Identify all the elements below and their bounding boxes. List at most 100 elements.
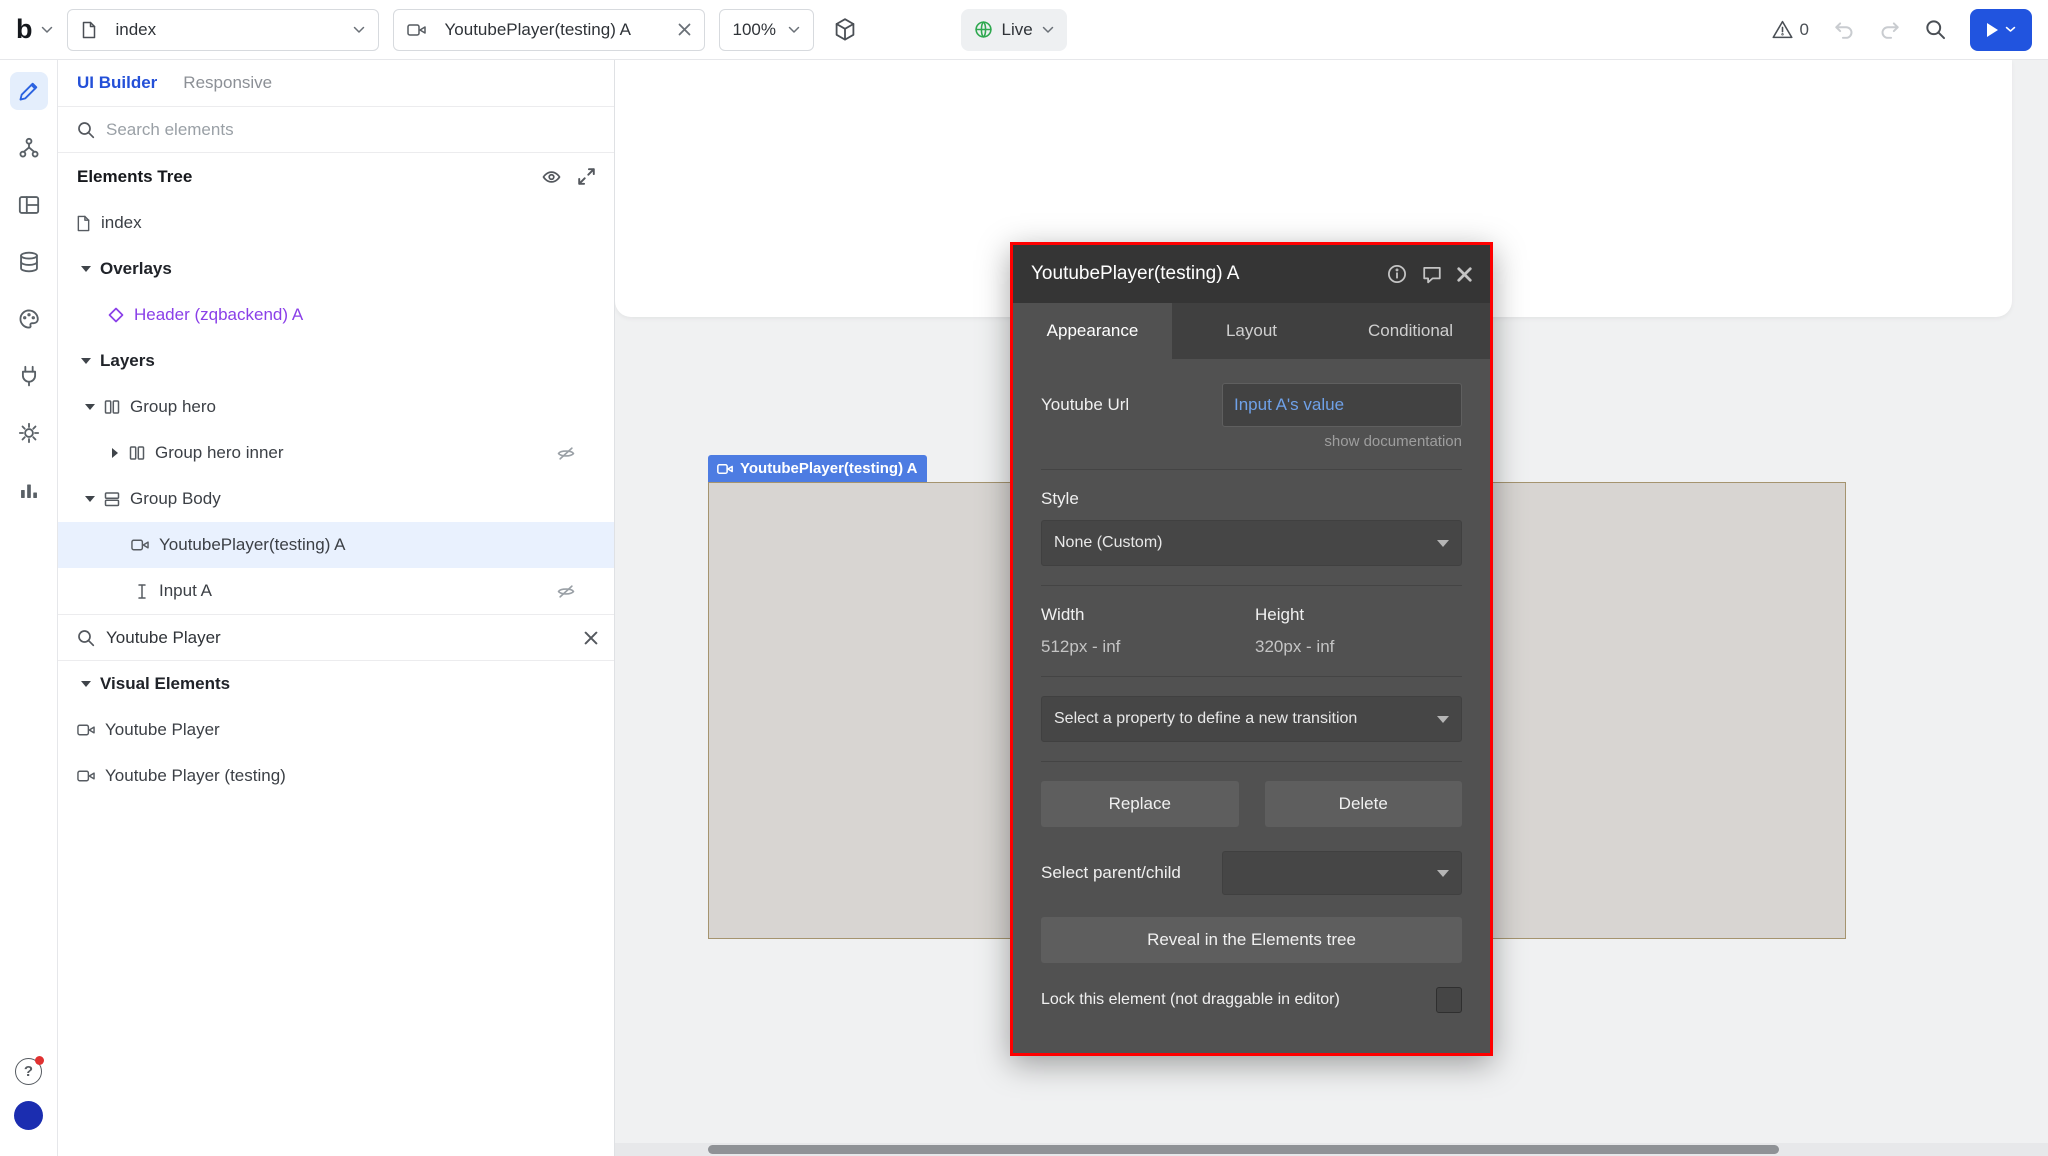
data-tab-button[interactable] xyxy=(10,243,48,281)
reveal-button[interactable]: Reveal in the Elements tree xyxy=(1041,917,1462,963)
clear-search-icon[interactable] xyxy=(584,631,598,645)
logs-tab-button[interactable] xyxy=(10,471,48,509)
help-button[interactable]: ? xyxy=(15,1058,42,1085)
close-icon[interactable] xyxy=(1457,267,1472,282)
workflow-tab-button[interactable] xyxy=(10,129,48,167)
element-selector[interactable]: YoutubePlayer(testing) A xyxy=(393,9,705,51)
lock-element-label: Lock this element (not draggable in edit… xyxy=(1041,991,1340,1009)
settings-tab-button[interactable] xyxy=(10,414,48,452)
tree-item-group-hero-inner[interactable]: Group hero inner xyxy=(58,430,614,476)
palette-item-youtube-player[interactable]: Youtube Player xyxy=(58,707,614,753)
palette-item-youtube-player-testing[interactable]: Youtube Player (testing) xyxy=(58,753,614,799)
tab-ui-builder[interactable]: UI Builder xyxy=(77,73,157,93)
horizontal-scrollbar-thumb[interactable] xyxy=(708,1145,1779,1154)
user-avatar[interactable] xyxy=(14,1101,43,1130)
palette-section-visual-elements[interactable]: Visual Elements xyxy=(58,661,614,707)
gear-icon xyxy=(18,422,40,444)
design-tab-button[interactable] xyxy=(10,72,48,110)
zoom-selector[interactable]: 100% xyxy=(719,9,814,51)
zoom-value: 100% xyxy=(733,20,779,40)
lock-checkbox[interactable] xyxy=(1436,987,1462,1013)
expand-icon[interactable] xyxy=(578,168,595,185)
tree-section-layers[interactable]: Layers xyxy=(58,338,614,384)
select-parent-child-label: Select parent/child xyxy=(1041,863,1181,883)
horizontal-scrollbar-track[interactable] xyxy=(615,1143,2048,1156)
property-editor-titlebar[interactable]: YoutubePlayer(testing) A xyxy=(1013,245,1490,303)
youtube-url-input[interactable]: Input A's value xyxy=(1222,383,1462,427)
close-icon[interactable] xyxy=(678,23,691,36)
palette-item-label: Youtube Player (testing) xyxy=(105,766,286,786)
redo-icon[interactable] xyxy=(1879,20,1901,40)
undo-icon[interactable] xyxy=(1833,20,1855,40)
preview-button[interactable] xyxy=(1970,9,2032,51)
tree-item-label: Group hero inner xyxy=(155,443,284,463)
element-selector-value: YoutubePlayer(testing) A xyxy=(445,20,669,40)
delete-button[interactable]: Delete xyxy=(1265,781,1463,827)
plug-icon xyxy=(18,365,40,387)
property-editor-body: Youtube Url Input A's value show documen… xyxy=(1013,359,1490,1053)
tree-item-group-body[interactable]: Group Body xyxy=(58,476,614,522)
pencil-icon xyxy=(18,80,40,102)
database-icon xyxy=(18,251,40,273)
style-select[interactable]: None (Custom) xyxy=(1041,520,1462,566)
replace-button[interactable]: Replace xyxy=(1041,781,1239,827)
video-icon xyxy=(77,769,95,783)
tab-layout[interactable]: Layout xyxy=(1172,303,1331,359)
chevron-down-icon[interactable] xyxy=(83,404,96,410)
tab-responsive[interactable]: Responsive xyxy=(183,73,272,93)
issues-indicator[interactable]: 0 xyxy=(1772,20,1809,40)
tree-item-group-hero[interactable]: Group hero xyxy=(58,384,614,430)
video-icon xyxy=(77,723,95,737)
chevron-right-icon[interactable] xyxy=(108,448,121,458)
search-icon xyxy=(77,629,95,647)
hidden-eye-icon[interactable] xyxy=(556,584,576,599)
width-value: 512px - inf xyxy=(1041,637,1255,657)
transition-select[interactable]: Select a property to define a new transi… xyxy=(1041,696,1462,742)
bubble-logo: b xyxy=(16,16,33,43)
comment-icon[interactable] xyxy=(1422,265,1442,284)
styles-tab-button[interactable] xyxy=(10,300,48,338)
diamond-icon xyxy=(108,307,124,323)
tree-item-header-zqbackend[interactable]: Header (zqbackend) A xyxy=(58,292,614,338)
tree-section-label: Overlays xyxy=(100,259,172,279)
toolbar-right-cluster: 0 xyxy=(1772,9,2032,51)
tab-appearance[interactable]: Appearance xyxy=(1013,303,1172,359)
show-documentation-link[interactable]: show documentation xyxy=(1041,433,1462,450)
info-icon[interactable] xyxy=(1387,264,1407,284)
parent-child-select[interactable] xyxy=(1222,851,1462,895)
live-version-button[interactable]: Live xyxy=(961,9,1067,51)
chevron-down-icon[interactable] xyxy=(79,266,92,272)
search-icon[interactable] xyxy=(1925,19,1946,40)
search-icon xyxy=(77,121,95,139)
video-icon xyxy=(717,463,733,475)
selected-element-tag[interactable]: YoutubePlayer(testing) A xyxy=(708,455,927,482)
design-canvas[interactable]: YoutubePlayer(testing) A YoutubePlayer(t… xyxy=(615,60,2048,1156)
tab-conditional[interactable]: Conditional xyxy=(1331,303,1490,359)
tree-item-youtube-player[interactable]: YoutubePlayer(testing) A xyxy=(58,522,614,568)
bar-chart-icon xyxy=(18,479,40,501)
left-icon-rail: ? xyxy=(0,60,58,1156)
rail-bottom-cluster: ? xyxy=(14,1058,43,1130)
tree-section-overlays[interactable]: Overlays xyxy=(58,246,614,292)
plugins-tab-button[interactable] xyxy=(10,357,48,395)
panel-tabs: UI Builder Responsive xyxy=(58,60,614,107)
eye-icon[interactable] xyxy=(542,169,561,185)
width-label: Width xyxy=(1041,605,1255,625)
top-toolbar: b index YoutubePlayer(testing) A 100% Li… xyxy=(0,0,2048,60)
tree-item-input-a[interactable]: Input A xyxy=(58,568,614,614)
height-value: 320px - inf xyxy=(1255,637,1462,657)
page-selector[interactable]: index xyxy=(67,9,379,51)
chevron-down-icon[interactable] xyxy=(79,681,92,687)
tree-item-label: YoutubePlayer(testing) A xyxy=(159,535,346,555)
palette-item-label: Youtube Player xyxy=(105,720,220,740)
chevron-down-icon[interactable] xyxy=(83,496,96,502)
search-elements-input[interactable] xyxy=(106,120,595,140)
tree-item-index[interactable]: index xyxy=(58,200,614,246)
component-library-icon[interactable] xyxy=(828,13,862,47)
bubble-logo-menu[interactable]: b xyxy=(16,16,53,43)
layout-tab-button[interactable] xyxy=(10,186,48,224)
palette-search-input[interactable] xyxy=(106,628,573,648)
style-label: Style xyxy=(1041,489,1462,509)
chevron-down-icon[interactable] xyxy=(79,358,92,364)
hidden-eye-icon[interactable] xyxy=(556,446,576,461)
